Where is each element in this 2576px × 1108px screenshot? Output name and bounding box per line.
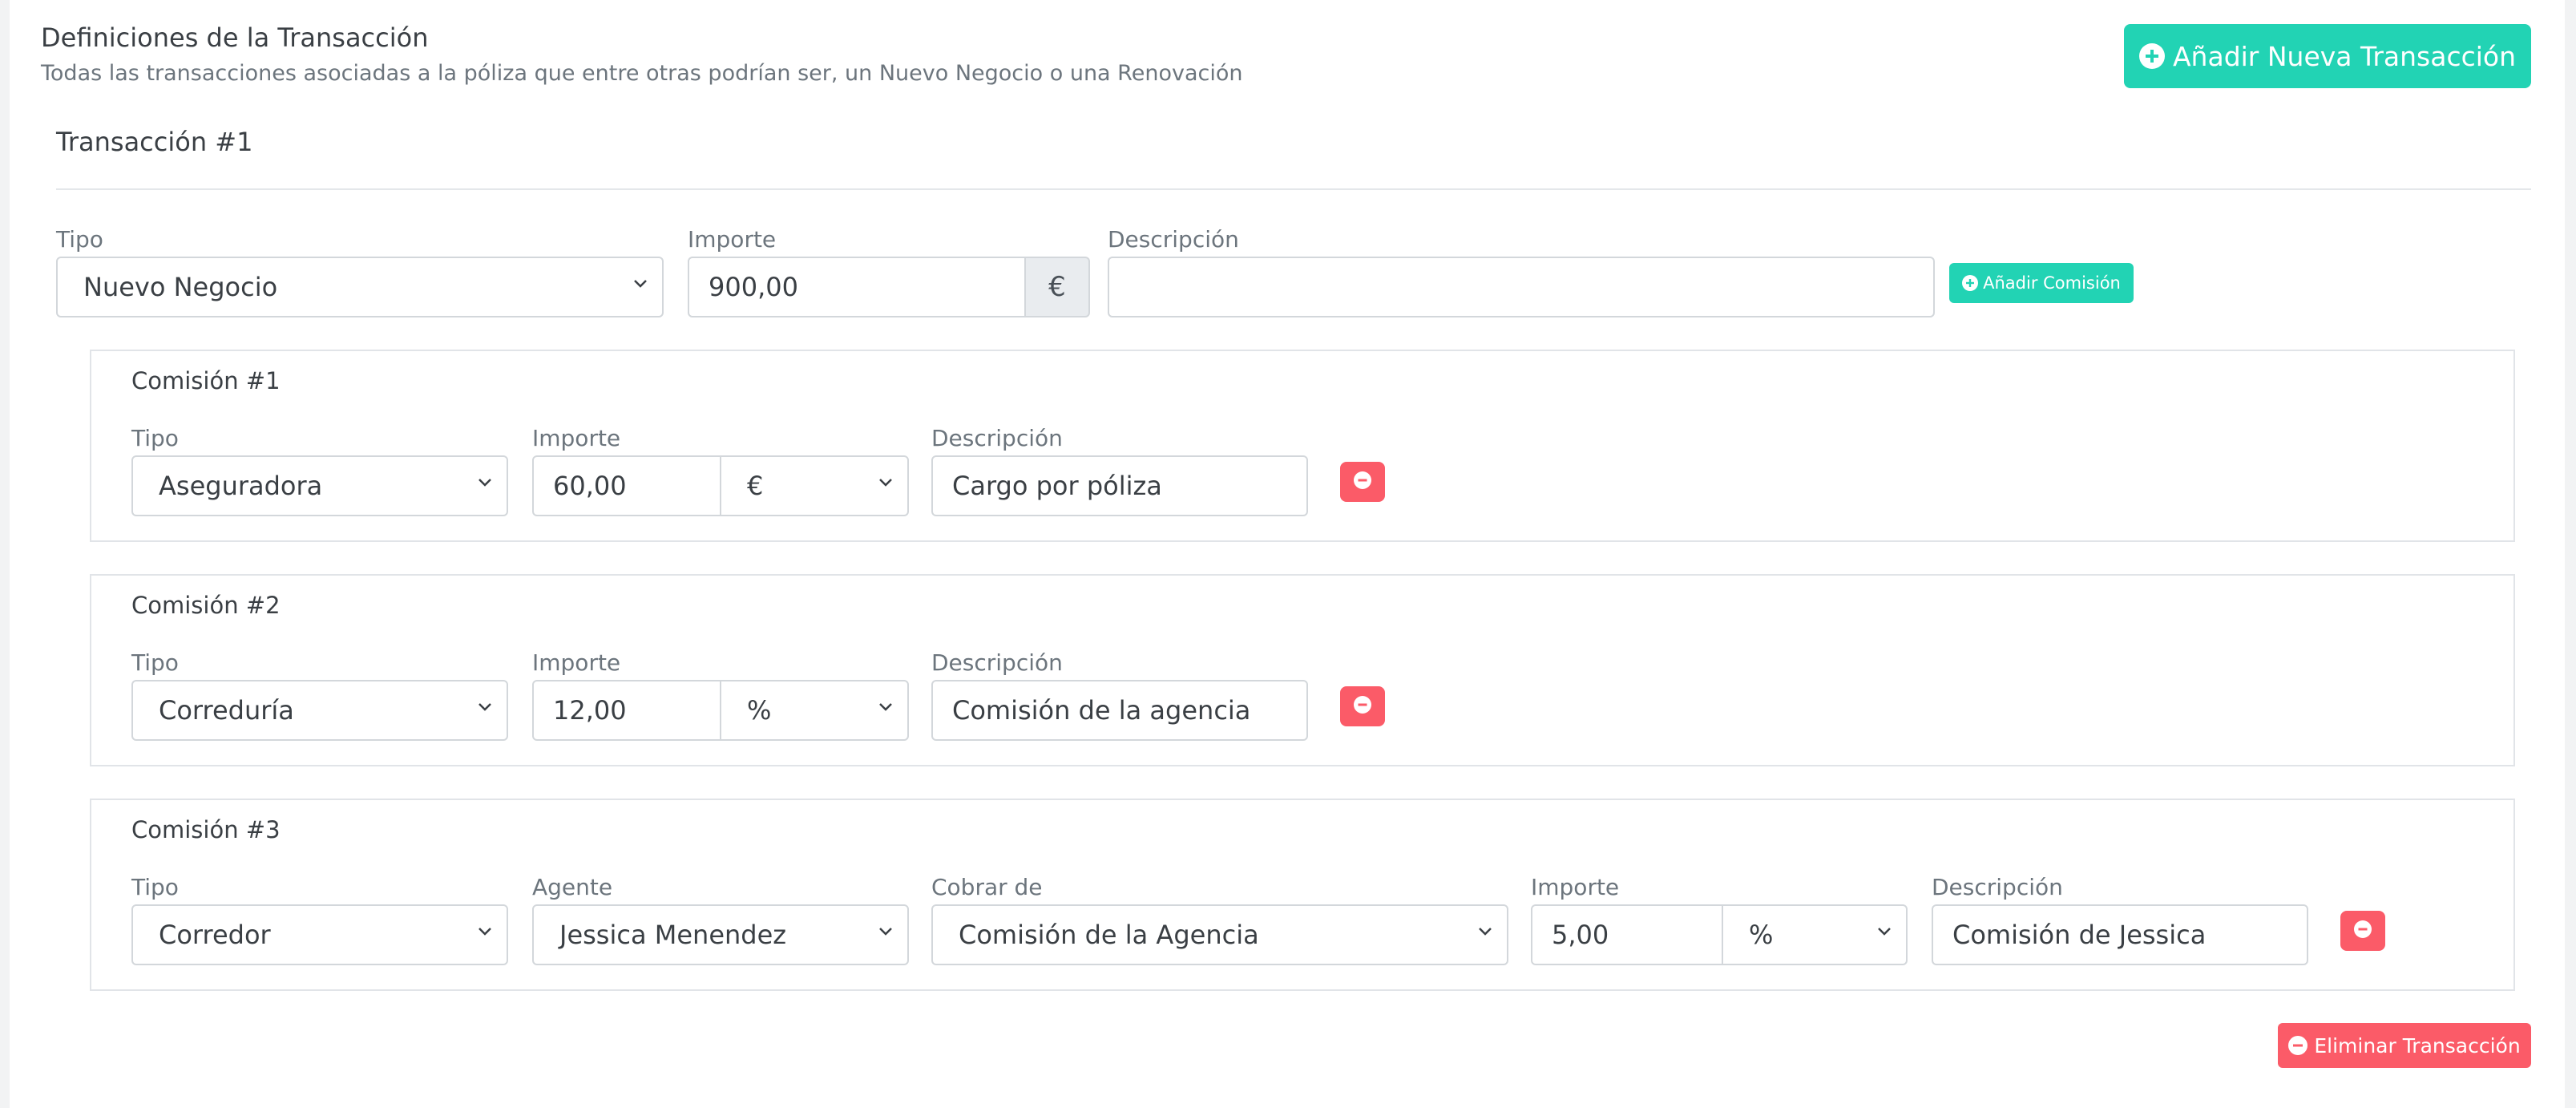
descripcion-input[interactable] <box>1108 257 1935 317</box>
agente-select[interactable]: Jessica Menendez <box>532 904 909 965</box>
commission-tipo-select[interactable]: Corredor <box>131 904 508 965</box>
add-commission-label: Añadir Comisión <box>1983 273 2121 293</box>
commission-importe-input[interactable]: 12,00 <box>532 680 721 741</box>
commission-descripcion-input[interactable]: Comisión de Jessica <box>1932 904 2308 965</box>
tipo-value: Nuevo Negocio <box>83 272 278 302</box>
minus-circle-icon <box>2354 920 2372 941</box>
agente-label: Agente <box>532 874 613 900</box>
minus-circle-icon <box>1354 696 1371 717</box>
chevron-down-icon <box>476 473 494 491</box>
commission-importe-input[interactable]: 5,00 <box>1531 904 1723 965</box>
chevron-down-icon <box>1875 922 1893 940</box>
commission-descripcion-value: Comisión de la agencia <box>952 695 1251 726</box>
commission-tipo-select[interactable]: Correduría <box>131 680 508 741</box>
commission-descripcion-value: Cargo por póliza <box>952 471 1162 501</box>
commission-descripcion-value: Comisión de Jessica <box>1952 920 2207 950</box>
plus-circle-icon <box>1962 275 1979 291</box>
commission-panel-2: Comisión #2 Tipo Correduría Importe 12,0… <box>90 574 2515 766</box>
commission-unit-value: % <box>747 695 772 726</box>
importe-label: Importe <box>532 649 621 676</box>
commission-importe-value: 5,00 <box>1552 920 1609 950</box>
commission-unit-select[interactable]: % <box>720 680 909 741</box>
transaction-title: Transacción #1 <box>56 127 253 157</box>
currency-addon: € <box>1026 257 1090 317</box>
commission-unit-value: % <box>1749 920 1774 950</box>
commission-tipo-value: Corredor <box>159 920 271 950</box>
commission-panel-3: Comisión #3 Tipo Corredor Agente Jessica… <box>90 799 2515 991</box>
chevron-down-icon <box>877 473 894 491</box>
page-subtitle: Todas las transacciones asociadas a la p… <box>41 61 1243 86</box>
importe-value: 900,00 <box>709 272 798 302</box>
commission-tipo-value: Correduría <box>159 695 294 726</box>
descripcion-label: Descripción <box>1932 874 2063 900</box>
cobrar-value: Comisión de la Agencia <box>959 920 1259 950</box>
commission-panel-1: Comisión #1 Tipo Aseguradora Importe 60,… <box>90 350 2515 542</box>
remove-commission-button[interactable] <box>2340 911 2385 951</box>
tipo-label: Tipo <box>131 649 179 676</box>
remove-commission-button[interactable] <box>1340 462 1385 502</box>
tipo-label: Tipo <box>131 425 179 451</box>
commission-tipo-value: Aseguradora <box>159 471 323 501</box>
importe-label: Importe <box>532 425 621 451</box>
commission-importe-input[interactable]: 60,00 <box>532 455 721 516</box>
chevron-down-icon <box>1476 922 1494 940</box>
importe-label: Importe <box>1531 874 1620 900</box>
importe-label: Importe <box>688 226 777 253</box>
commission-unit-select[interactable]: € <box>720 455 909 516</box>
chevron-down-icon <box>476 922 494 940</box>
commission-unit-select[interactable]: % <box>1722 904 1908 965</box>
minus-circle-icon <box>1354 471 1371 492</box>
add-transaction-button[interactable]: Añadir Nueva Transacción <box>2124 24 2531 88</box>
chevron-down-icon <box>632 274 649 292</box>
plus-circle-icon <box>2138 43 2165 69</box>
commission-descripcion-input[interactable]: Cargo por póliza <box>931 455 1308 516</box>
agente-value: Jessica Menendez <box>559 920 787 950</box>
commission-title: Comisión #3 <box>131 816 281 843</box>
divider <box>56 188 2531 190</box>
tipo-label: Tipo <box>131 874 179 900</box>
commission-tipo-select[interactable]: Aseguradora <box>131 455 508 516</box>
cobrar-select[interactable]: Comisión de la Agencia <box>931 904 1508 965</box>
add-transaction-label: Añadir Nueva Transacción <box>2172 40 2517 72</box>
commission-title: Comisión #2 <box>131 592 281 619</box>
page-title: Definiciones de la Transacción <box>41 22 429 53</box>
descripcion-label: Descripción <box>931 425 1063 451</box>
chevron-down-icon <box>877 698 894 715</box>
chevron-down-icon <box>877 922 894 940</box>
delete-transaction-button[interactable]: Eliminar Transacción <box>2278 1023 2531 1068</box>
importe-input[interactable]: 900,00 <box>688 257 1026 317</box>
tipo-select[interactable]: Nuevo Negocio <box>56 257 664 317</box>
commission-unit-value: € <box>747 471 764 501</box>
delete-transaction-label: Eliminar Transacción <box>2314 1033 2521 1057</box>
descripcion-label: Descripción <box>931 649 1063 676</box>
commission-descripcion-input[interactable]: Comisión de la agencia <box>931 680 1308 741</box>
cobrar-label: Cobrar de <box>931 874 1043 900</box>
tipo-label: Tipo <box>56 226 103 253</box>
minus-circle-icon <box>2288 1036 2308 1055</box>
chevron-down-icon <box>476 698 494 715</box>
transaction-card: Definiciones de la Transacción Todas las… <box>10 0 2565 1108</box>
descripcion-label: Descripción <box>1108 226 1239 253</box>
commission-title: Comisión #1 <box>131 367 281 394</box>
add-commission-button[interactable]: Añadir Comisión <box>1949 263 2134 303</box>
commission-importe-value: 12,00 <box>553 695 627 726</box>
commission-importe-value: 60,00 <box>553 471 627 501</box>
remove-commission-button[interactable] <box>1340 686 1385 726</box>
